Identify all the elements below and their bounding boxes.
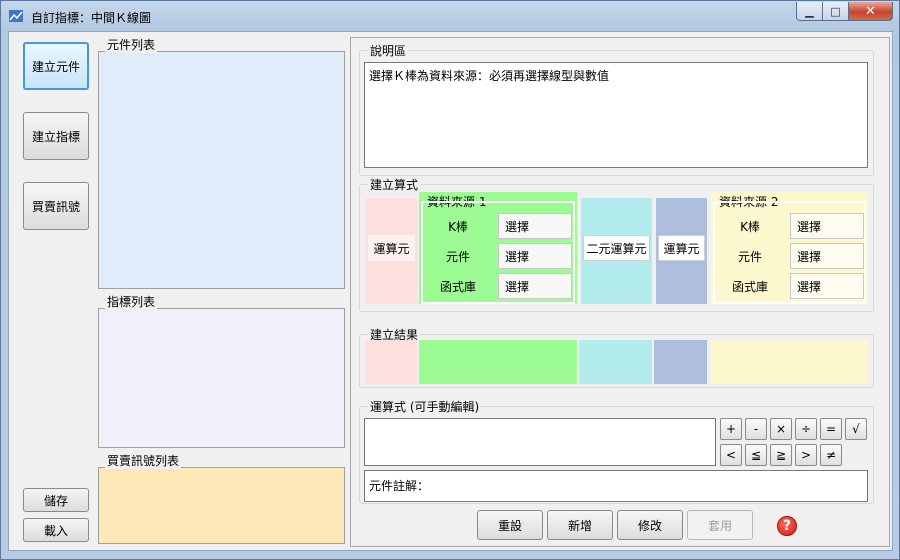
- component-list[interactable]: [98, 51, 345, 289]
- minimize-icon: ▁: [805, 4, 814, 18]
- save-button[interactable]: 儲存: [23, 488, 89, 512]
- operator2-button[interactable]: 運算元: [658, 235, 705, 261]
- result-binary-op-cell: [579, 340, 652, 384]
- result-operator2-cell: [654, 340, 707, 384]
- close-button[interactable]: ✕: [849, 2, 893, 21]
- indicator-list[interactable]: [98, 308, 345, 448]
- source2-component-select-button[interactable]: 選擇: [790, 243, 864, 269]
- op-less-button[interactable]: <: [720, 444, 742, 466]
- source2-kbar-select-button[interactable]: 選擇: [790, 213, 864, 239]
- app-icon: [9, 10, 23, 22]
- op-not-equal-button[interactable]: ≠: [820, 444, 842, 466]
- source2-library-select-button[interactable]: 選擇: [790, 273, 864, 299]
- title-bar[interactable]: 自訂指標：中間Ｋ線圖 ▁ □ ✕: [1, 1, 899, 31]
- build-indicator-button[interactable]: 建立指標: [23, 112, 89, 160]
- close-icon: ✕: [865, 3, 876, 19]
- op-divide-button[interactable]: ÷: [795, 418, 817, 440]
- signal-list-label: 買賣訊號列表: [105, 452, 182, 469]
- minimize-button[interactable]: ▁: [796, 2, 823, 21]
- op-minus-button[interactable]: -: [745, 418, 767, 440]
- modify-button[interactable]: 修改: [617, 510, 683, 540]
- maximize-icon: □: [830, 4, 841, 18]
- source2-library-label: 函式庫: [731, 279, 768, 294]
- maximize-button[interactable]: □: [823, 2, 849, 21]
- description-label: 說明區: [368, 42, 409, 59]
- description-box: 選擇Ｋ棒為資料來源：必須再選擇線型與數值: [364, 62, 868, 168]
- expression-input[interactable]: [364, 418, 716, 466]
- trade-signal-button[interactable]: 買賣訊號: [23, 182, 89, 230]
- op-sqrt-button[interactable]: √: [845, 418, 867, 440]
- load-button[interactable]: 載入: [23, 518, 89, 542]
- source1-library-label: 函式庫: [439, 279, 476, 294]
- window-title: 自訂指標：中間Ｋ線圖: [31, 11, 152, 25]
- source2-kbar-label: K棒: [740, 219, 760, 234]
- op-less-equal-button[interactable]: ≦: [745, 444, 767, 466]
- expression-label: 運算式 (可手動編輯): [368, 398, 482, 415]
- op-plus-button[interactable]: +: [720, 418, 742, 440]
- result-source2-cell: [711, 340, 868, 384]
- op-multiply-button[interactable]: ×: [770, 418, 792, 440]
- op-greater-equal-button[interactable]: ≧: [770, 444, 792, 466]
- editor-panel: 說明區 選擇Ｋ棒為資料來源：必須再選擇線型與數值 建立算式 運算元 資料來源 1…: [350, 37, 890, 547]
- source1-component-select-button[interactable]: 選擇: [498, 243, 572, 269]
- source1-library-select-button[interactable]: 選擇: [498, 273, 572, 299]
- reset-button[interactable]: 重設: [477, 510, 543, 540]
- formula-builder-label: 建立算式: [368, 176, 421, 193]
- description-text: 選擇Ｋ棒為資料來源：必須再選擇線型與數值: [369, 69, 610, 83]
- source1-component-label: 元件: [445, 249, 470, 264]
- window: 自訂指標：中間Ｋ線圖 ▁ □ ✕ 建立元件 建立指標 買賣訊號 儲存 載入 元件…: [0, 0, 900, 560]
- source2-component-label: 元件: [737, 249, 762, 264]
- result-source1-cell: [419, 340, 577, 384]
- binary-op-button[interactable]: 二元運算元: [583, 235, 650, 261]
- indicator-list-label: 指標列表: [105, 293, 158, 310]
- add-button[interactable]: 新增: [547, 510, 613, 540]
- annotation-input[interactable]: 元件註解：: [364, 470, 868, 502]
- op-greater-button[interactable]: >: [795, 444, 817, 466]
- source1-kbar-select-button[interactable]: 選擇: [498, 213, 572, 239]
- result-operator1-cell: [366, 340, 417, 384]
- source1-kbar-label: K棒: [448, 219, 468, 234]
- annotation-text: 元件註解：: [369, 479, 430, 493]
- component-list-label: 元件列表: [105, 36, 158, 53]
- apply-button[interactable]: 套用: [687, 510, 753, 540]
- help-icon[interactable]: ?: [777, 516, 797, 536]
- operator1-button[interactable]: 運算元: [368, 235, 415, 261]
- client-area: 建立元件 建立指標 買賣訊號 儲存 載入 元件列表 指標列表 買賣訊號列表 說明…: [8, 31, 893, 551]
- build-component-button[interactable]: 建立元件: [23, 42, 89, 90]
- op-equal-button[interactable]: =: [820, 418, 842, 440]
- signal-list[interactable]: [98, 467, 345, 544]
